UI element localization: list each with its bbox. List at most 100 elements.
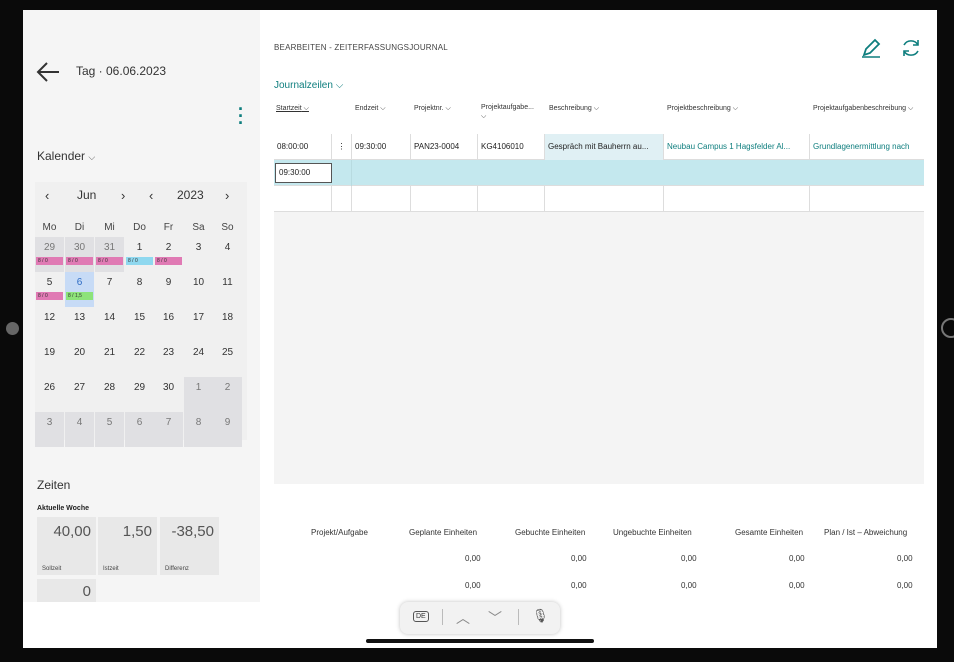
- calendar-day[interactable]: 2 8 / 0: [154, 237, 183, 272]
- extra-tile[interactable]: 0: [37, 579, 96, 602]
- calendar-day[interactable]: 4: [65, 412, 94, 447]
- calendar-day[interactable]: 8: [125, 272, 154, 307]
- col-beschreibung[interactable]: Beschreibung ⌵: [549, 104, 599, 113]
- sollzeit-tile[interactable]: 40,00 Sollzeit: [37, 517, 96, 575]
- istzeit-tile[interactable]: 1,50 Istzeit: [98, 517, 157, 575]
- col-projektaufgabenbeschreibung[interactable]: Projektaufgabenbeschreibung ⌵: [813, 104, 913, 113]
- calendar-day[interactable]: 31 8 / 0: [95, 237, 124, 272]
- calendar-day-number: 17: [192, 312, 205, 323]
- day-title: Tag · 06.06.2023: [76, 64, 167, 78]
- prev-month-icon[interactable]: ‹: [45, 188, 49, 203]
- calendar-day[interactable]: 10: [184, 272, 213, 307]
- calendar-day[interactable]: 30: [154, 377, 183, 412]
- calendar-day[interactable]: 14: [95, 307, 124, 342]
- month-label[interactable]: Jun: [77, 188, 96, 202]
- chevron-down-icon[interactable]: ﹀: [488, 608, 502, 628]
- sum-header-projekt: Projekt/Aufgabe: [311, 528, 368, 537]
- next-year-icon[interactable]: ›: [225, 188, 229, 203]
- cell-endzeit[interactable]: 09:30:00: [352, 134, 411, 160]
- calendar-day[interactable]: 4: [213, 237, 242, 272]
- calendar-day[interactable]: 22: [125, 342, 154, 377]
- calendar-day-number: 21: [103, 347, 116, 358]
- left-panel: Tag · 06.06.2023 · · · Kalender ⌵ ‹ Jun › …: [23, 10, 260, 602]
- calendar-day[interactable]: 27: [65, 377, 94, 412]
- calendar-day[interactable]: 26: [35, 377, 64, 412]
- calendar-day[interactable]: 2: [213, 377, 242, 412]
- calendar-day[interactable]: 1 8 / 0: [125, 237, 154, 272]
- cell-projektaufgabenbeschreibung[interactable]: Grundlagenermittlung nach: [810, 134, 924, 160]
- calendar-day[interactable]: 6: [125, 412, 154, 447]
- app-window: Tag · 06.06.2023 · · · Kalender ⌵ ‹ Jun › …: [23, 10, 937, 648]
- calendar-day-number: 29: [43, 242, 56, 253]
- calendar-day[interactable]: 3: [35, 412, 64, 447]
- calendar-day[interactable]: 7: [95, 272, 124, 307]
- calendar-day[interactable]: 5 8 / 0: [35, 272, 64, 307]
- calendar-day[interactable]: 25: [213, 342, 242, 377]
- calendar-day[interactable]: 6 8 / 1,5: [65, 272, 94, 307]
- edit-pencil-icon[interactable]: [860, 37, 882, 59]
- calendar-day[interactable]: 9: [154, 272, 183, 307]
- differenz-tile[interactable]: -38,50 Differenz: [160, 517, 219, 575]
- year-label[interactable]: 2023: [177, 188, 204, 202]
- calendar-day[interactable]: 8: [184, 412, 213, 447]
- calendar-day[interactable]: 13: [65, 307, 94, 342]
- cell-empty[interactable]: [411, 186, 478, 212]
- weekday-header: Fr: [163, 222, 174, 233]
- calendar-day[interactable]: 21: [95, 342, 124, 377]
- calendar-day[interactable]: 16: [154, 307, 183, 342]
- cell-empty[interactable]: [545, 186, 664, 212]
- calendar-day-number: 3: [195, 242, 202, 253]
- summary-value: 0,00: [897, 581, 913, 590]
- calendar-day[interactable]: 28: [95, 377, 124, 412]
- more-options-icon[interactable]: · · ·: [235, 100, 247, 132]
- calendar-day[interactable]: 17: [184, 307, 213, 342]
- calendar-day[interactable]: 29 8 / 0: [35, 237, 64, 272]
- calendar-day[interactable]: 9: [213, 412, 242, 447]
- calendar-day[interactable]: 7: [154, 412, 183, 447]
- cell-empty[interactable]: [664, 186, 810, 212]
- table-row-selected[interactable]: 09:30:00: [274, 160, 924, 186]
- calendar-day[interactable]: 1: [184, 377, 213, 412]
- calendar-day[interactable]: 15: [125, 307, 154, 342]
- cell-projektnr[interactable]: PAN23-0004: [411, 134, 478, 160]
- calendar-day[interactable]: 18: [213, 307, 242, 342]
- cell-empty[interactable]: [352, 186, 411, 212]
- hours-badge: 8 / 0: [36, 292, 63, 300]
- cell-empty[interactable]: [478, 186, 545, 212]
- cell-empty[interactable]: [332, 186, 352, 212]
- table-row-empty[interactable]: [274, 186, 924, 212]
- calendar-day[interactable]: 19: [35, 342, 64, 377]
- calendar-day[interactable]: 11: [213, 272, 242, 307]
- cell-projektaufgabe[interactable]: KG4106010: [478, 134, 545, 160]
- calendar-day[interactable]: 30 8 / 0: [65, 237, 94, 272]
- cell-empty[interactable]: [274, 186, 332, 212]
- calendar-day[interactable]: 5: [95, 412, 124, 447]
- journal-lines-menu[interactable]: Journalzeilen ⌵: [274, 80, 343, 91]
- cell-startzeit[interactable]: 08:00:00: [274, 134, 332, 160]
- calendar-day[interactable]: 3: [184, 237, 213, 272]
- calendar-day[interactable]: 12: [35, 307, 64, 342]
- col-endzeit[interactable]: Endzeit ⌵: [355, 104, 386, 113]
- col-projektbeschreibung[interactable]: Projektbeschreibung ⌵: [667, 104, 738, 113]
- calendar-day[interactable]: 23: [154, 342, 183, 377]
- calendar-day[interactable]: 20: [65, 342, 94, 377]
- next-month-icon[interactable]: ›: [121, 188, 125, 203]
- back-arrow-icon[interactable]: [35, 60, 61, 84]
- table-row[interactable]: 08:00:00 ⋮ 09:30:00 PAN23-0004 KG4106010…: [274, 134, 924, 160]
- keyboard-language-icon[interactable]: DE: [413, 611, 429, 622]
- refresh-icon[interactable]: [900, 37, 922, 59]
- startzeit-edit-field[interactable]: 09:30:00: [275, 163, 332, 183]
- calendar-day[interactable]: 24: [184, 342, 213, 377]
- col-projektaufgabe[interactable]: Projektaufgabe... ⌵: [481, 103, 543, 121]
- prev-year-icon[interactable]: ‹: [149, 188, 153, 203]
- col-startzeit[interactable]: Startzeit ⌵: [276, 104, 309, 113]
- hours-badge: 8 / 0: [96, 257, 123, 265]
- cell-beschreibung[interactable]: Gespräch mit Bauherrn au...: [545, 134, 664, 160]
- microphone-icon[interactable]: 🎙: [532, 608, 549, 624]
- calendar-day[interactable]: 29: [125, 377, 154, 412]
- col-projektnr[interactable]: Projektnr. ⌵: [414, 104, 451, 113]
- calendar-label[interactable]: Kalender ⌵: [37, 149, 95, 163]
- chevron-up-icon[interactable]: ︿: [456, 608, 470, 628]
- row-menu-icon[interactable]: ⋮: [332, 134, 352, 160]
- cell-projektbeschreibung[interactable]: Neubau Campus 1 Hagsfelder Al...: [664, 134, 810, 160]
